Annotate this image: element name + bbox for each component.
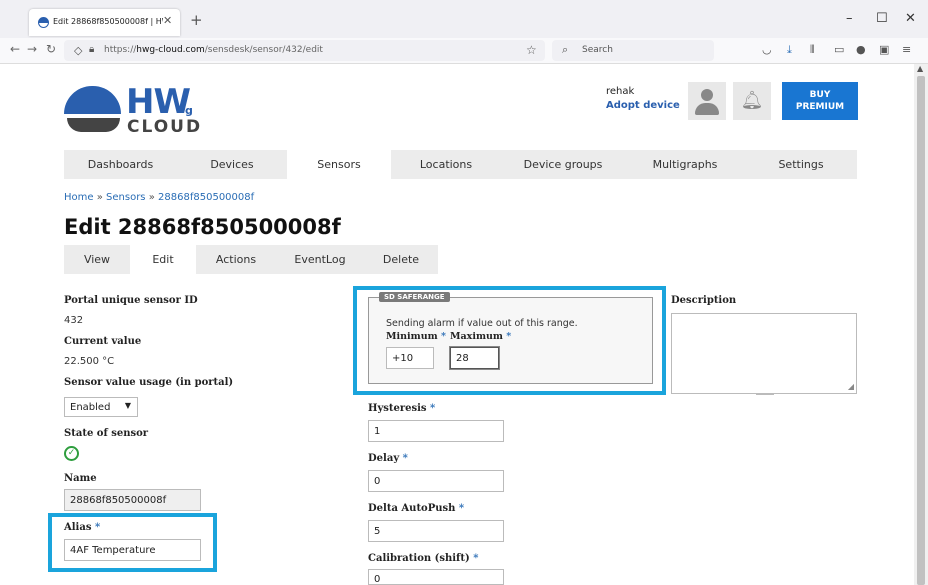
alias-field[interactable]: 4AF Temperature: [64, 539, 201, 561]
forward-icon[interactable]: →: [27, 42, 37, 56]
delta-autopush-label: Delta AutoPush *: [368, 503, 465, 514]
tab-close-icon[interactable]: ✕: [163, 14, 172, 27]
logo-sub: g: [185, 104, 193, 117]
browser-tab[interactable]: Edit 28868f850500008f | HWg-cl ✕: [29, 9, 180, 36]
nav-multigraphs[interactable]: Multigraphs: [625, 150, 745, 179]
account-icon[interactable]: ●: [856, 43, 866, 56]
description-textarea[interactable]: ◢: [671, 313, 857, 395]
sensor-subtabs: View Edit Actions EventLog Delete: [64, 245, 438, 274]
portal-id-value: 432: [64, 315, 84, 326]
site-favicon-icon: [38, 17, 49, 28]
address-bar[interactable]: ◇ 🔒︎ https://hwg-cloud.com/sensdesk/sens…: [64, 40, 545, 61]
scrollbar-thumb[interactable]: [917, 76, 925, 585]
breadcrumb-sensors[interactable]: Sensors: [106, 192, 146, 203]
check-circle-icon: ✓: [64, 446, 79, 461]
page-scrollbar[interactable]: ▲: [914, 64, 928, 585]
maximize-icon[interactable]: ☐: [876, 11, 888, 26]
breadcrumb-sep: »: [148, 192, 155, 203]
search-placeholder: Search: [582, 45, 613, 55]
avatar[interactable]: [688, 82, 726, 120]
saferange-description: Sending alarm if value out of this range…: [386, 318, 578, 329]
state-label: State of sensor: [64, 428, 149, 439]
usage-select[interactable]: Enabled ▼: [64, 397, 138, 417]
menu-icon[interactable]: ≡: [902, 43, 911, 56]
minimize-icon[interactable]: –: [846, 11, 853, 26]
maximum-label: Maximum *: [450, 331, 512, 342]
logo-cloud-text: CLOUD: [127, 117, 203, 137]
nav-locations[interactable]: Locations: [391, 150, 501, 179]
nav-settings[interactable]: Settings: [745, 150, 857, 179]
extension-icon[interactable]: ▣: [879, 43, 889, 56]
pocket-icon[interactable]: ◡: [762, 43, 772, 56]
back-icon[interactable]: ←: [10, 42, 20, 56]
minimum-label: Minimum *: [386, 331, 446, 342]
current-value-label: Current value: [64, 336, 142, 347]
delay-field[interactable]: 0: [368, 470, 504, 492]
browser-nav-bar: ← → ↻ ◇ 🔒︎ https://hwg-cloud.com/sensdes…: [0, 38, 928, 64]
url-text[interactable]: https://hwg-cloud.com/sensdesk/sensor/43…: [104, 45, 323, 55]
reload-icon[interactable]: ↻: [46, 42, 56, 56]
bookmark-star-icon[interactable]: ☆: [526, 43, 537, 57]
chevron-down-icon: ▼: [124, 401, 131, 410]
search-icon: ⌕: [562, 43, 569, 56]
scroll-up-icon[interactable]: ▲: [917, 64, 923, 73]
user-icon-body: [695, 103, 719, 115]
logo-brand: HW: [126, 82, 191, 122]
description-label: Description: [671, 295, 737, 306]
saferange-legend: SD SAFERANGE: [379, 292, 450, 302]
username: rehak: [606, 86, 635, 97]
window-close-icon[interactable]: ✕: [905, 11, 916, 26]
tab-actions[interactable]: Actions: [196, 245, 276, 274]
textarea-divider: [756, 393, 774, 395]
downloads-icon[interactable]: ⤓: [787, 43, 792, 57]
name-field: 28868f850500008f: [64, 489, 201, 511]
breadcrumb: Home » Sensors » 28868f850500008f: [64, 192, 254, 203]
main-nav: Dashboards Devices Sensors Locations Dev…: [64, 150, 857, 179]
cloud-logo-base: [67, 118, 120, 132]
nav-sensors[interactable]: Sensors: [287, 150, 391, 179]
tab-delete[interactable]: Delete: [364, 245, 438, 274]
tab-edit[interactable]: Edit: [130, 245, 196, 274]
tab-eventlog[interactable]: EventLog: [276, 245, 364, 274]
buy-line1: BUY: [809, 90, 831, 100]
adopt-device-link[interactable]: Adopt device: [606, 100, 680, 111]
portal-id-label: Portal unique sensor ID: [64, 295, 198, 306]
minimum-field[interactable]: +10: [386, 347, 434, 369]
breadcrumb-home[interactable]: Home: [64, 192, 94, 203]
delta-autopush-field[interactable]: 5: [368, 520, 504, 542]
maximum-field[interactable]: 28: [450, 347, 499, 369]
alias-label: Alias *: [64, 522, 101, 533]
hysteresis-field[interactable]: 1: [368, 420, 504, 442]
page-title: Edit 28868f850500008f: [64, 215, 341, 239]
current-value: 22.500 °C: [64, 356, 115, 367]
user-icon: [701, 89, 713, 101]
sidebar-icon[interactable]: ▭: [834, 43, 844, 56]
breadcrumb-current[interactable]: 28868f850500008f: [158, 192, 254, 203]
browser-tab-bar: Edit 28868f850500008f | HWg-cl ✕ + – ☐ ✕: [0, 0, 928, 38]
name-label: Name: [64, 473, 97, 484]
cloud-logo-icon: [64, 86, 121, 114]
nav-dashboards[interactable]: Dashboards: [64, 150, 177, 179]
nav-devices[interactable]: Devices: [177, 150, 287, 179]
user-info: rehak Adopt device: [606, 86, 680, 111]
tab-view[interactable]: View: [64, 245, 130, 274]
tab-title: Edit 28868f850500008f | HWg-cl: [53, 17, 163, 26]
nav-device-groups[interactable]: Device groups: [501, 150, 625, 179]
lock-icon[interactable]: 🔒︎: [89, 44, 94, 55]
breadcrumb-sep: »: [96, 192, 103, 203]
new-tab-icon[interactable]: +: [190, 11, 203, 29]
buy-line2: PREMIUM: [795, 102, 845, 112]
resize-grip-icon[interactable]: ◢: [848, 382, 854, 391]
notifications-bell-icon[interactable]: 🔔︎: [733, 82, 771, 120]
delay-label: Delay *: [368, 453, 408, 464]
calibration-label: Calibration (shift) *: [368, 553, 479, 564]
usage-label: Sensor value usage (in portal): [64, 377, 234, 388]
buy-premium-button[interactable]: BUY PREMIUM: [782, 82, 858, 120]
hysteresis-label: Hysteresis *: [368, 403, 436, 414]
calibration-field[interactable]: 0: [368, 569, 504, 585]
library-icon[interactable]: ⫴: [810, 43, 815, 57]
tracking-shield-icon[interactable]: ◇: [74, 44, 82, 57]
search-bar[interactable]: ⌕ Search: [552, 40, 714, 61]
usage-value: Enabled: [70, 402, 111, 413]
